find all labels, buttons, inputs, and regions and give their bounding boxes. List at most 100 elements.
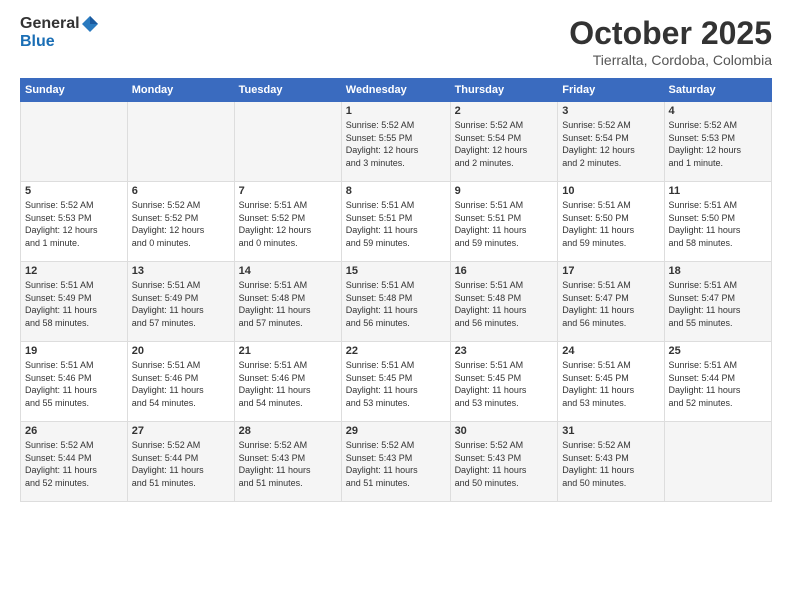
day-number: 3: [562, 105, 659, 117]
day-info: Sunrise: 5:51 AM Sunset: 5:48 PM Dayligh…: [346, 279, 446, 329]
calendar-day-cell: 3 Sunrise: 5:52 AM Sunset: 5:54 PM Daylig…: [558, 102, 664, 182]
day-info: Sunrise: 5:51 AM Sunset: 5:47 PM Dayligh…: [669, 279, 767, 329]
day-info: Sunrise: 5:52 AM Sunset: 5:43 PM Dayligh…: [562, 439, 659, 489]
day-info: Sunrise: 5:51 AM Sunset: 5:45 PM Dayligh…: [346, 359, 446, 409]
day-number: 10: [562, 185, 659, 197]
calendar-week-row: 5 Sunrise: 5:52 AM Sunset: 5:53 PM Daylig…: [21, 182, 772, 262]
day-number: 19: [25, 345, 123, 357]
day-number: 6: [132, 185, 230, 197]
calendar-day-cell: 25 Sunrise: 5:51 AM Sunset: 5:44 PM Dayli…: [664, 342, 771, 422]
logo-icon: [81, 15, 99, 33]
day-info: Sunrise: 5:52 AM Sunset: 5:54 PM Dayligh…: [455, 119, 554, 169]
calendar-day-cell: 1 Sunrise: 5:52 AM Sunset: 5:55 PM Daylig…: [341, 102, 450, 182]
day-info: Sunrise: 5:51 AM Sunset: 5:45 PM Dayligh…: [455, 359, 554, 409]
col-wednesday: Wednesday: [341, 79, 450, 102]
calendar-week-row: 19 Sunrise: 5:51 AM Sunset: 5:46 PM Dayli…: [21, 342, 772, 422]
calendar-week-row: 26 Sunrise: 5:52 AM Sunset: 5:44 PM Dayli…: [21, 422, 772, 502]
day-info: Sunrise: 5:52 AM Sunset: 5:54 PM Dayligh…: [562, 119, 659, 169]
day-info: Sunrise: 5:51 AM Sunset: 5:44 PM Dayligh…: [669, 359, 767, 409]
location: Tierralta, Cordoba, Colombia: [569, 52, 772, 68]
calendar-day-cell: 8 Sunrise: 5:51 AM Sunset: 5:51 PM Daylig…: [341, 182, 450, 262]
day-info: Sunrise: 5:51 AM Sunset: 5:46 PM Dayligh…: [25, 359, 123, 409]
calendar-header-row: Sunday Monday Tuesday Wednesday Thursday…: [21, 79, 772, 102]
calendar-week-row: 12 Sunrise: 5:51 AM Sunset: 5:49 PM Dayli…: [21, 262, 772, 342]
day-info: Sunrise: 5:52 AM Sunset: 5:43 PM Dayligh…: [455, 439, 554, 489]
day-info: Sunrise: 5:52 AM Sunset: 5:52 PM Dayligh…: [132, 199, 230, 249]
day-info: Sunrise: 5:52 AM Sunset: 5:44 PM Dayligh…: [25, 439, 123, 489]
col-tuesday: Tuesday: [234, 79, 341, 102]
day-info: Sunrise: 5:51 AM Sunset: 5:51 PM Dayligh…: [455, 199, 554, 249]
day-info: Sunrise: 5:51 AM Sunset: 5:50 PM Dayligh…: [669, 199, 767, 249]
day-number: 25: [669, 345, 767, 357]
calendar-day-cell: 4Sunrise: 5:52 AM Sunset: 5:53 PM Daylig…: [664, 102, 771, 182]
day-info: Sunrise: 5:51 AM Sunset: 5:51 PM Dayligh…: [346, 199, 446, 249]
day-info: Sunrise: 5:51 AM Sunset: 5:50 PM Dayligh…: [562, 199, 659, 249]
logo-general: General: [20, 15, 80, 32]
calendar-day-cell: 17Sunrise: 5:51 AM Sunset: 5:47 PM Dayli…: [558, 262, 664, 342]
calendar-table: Sunday Monday Tuesday Wednesday Thursday…: [20, 78, 772, 502]
calendar-day-cell: 19 Sunrise: 5:51 AM Sunset: 5:46 PM Dayli…: [21, 342, 128, 422]
day-number: 22: [346, 345, 446, 357]
calendar-day-cell: [21, 102, 128, 182]
calendar-day-cell: 30 Sunrise: 5:52 AM Sunset: 5:43 PM Dayli…: [450, 422, 558, 502]
day-number: 5: [25, 185, 123, 197]
day-number: 28: [239, 425, 337, 437]
calendar-day-cell: 5 Sunrise: 5:52 AM Sunset: 5:53 PM Daylig…: [21, 182, 128, 262]
day-info: Sunrise: 5:51 AM Sunset: 5:49 PM Dayligh…: [25, 279, 123, 329]
day-info: Sunrise: 5:52 AM Sunset: 5:53 PM Dayligh…: [669, 119, 767, 169]
day-info: Sunrise: 5:51 AM Sunset: 5:47 PM Dayligh…: [562, 279, 659, 329]
day-number: 9: [455, 185, 554, 197]
calendar-day-cell: 14 Sunrise: 5:51 AM Sunset: 5:48 PM Dayli…: [234, 262, 341, 342]
title-block: October 2025 Tierralta, Cordoba, Colombi…: [569, 15, 772, 68]
day-info: Sunrise: 5:51 AM Sunset: 5:45 PM Dayligh…: [562, 359, 659, 409]
calendar-day-cell: 11 Sunrise: 5:51 AM Sunset: 5:50 PM Dayli…: [664, 182, 771, 262]
col-thursday: Thursday: [450, 79, 558, 102]
calendar-day-cell: 10 Sunrise: 5:51 AM Sunset: 5:50 PM Dayli…: [558, 182, 664, 262]
calendar-day-cell: 13Sunrise: 5:51 AM Sunset: 5:49 PM Dayli…: [127, 262, 234, 342]
calendar-day-cell: 27Sunrise: 5:52 AM Sunset: 5:44 PM Dayli…: [127, 422, 234, 502]
day-number: 29: [346, 425, 446, 437]
day-info: Sunrise: 5:52 AM Sunset: 5:43 PM Dayligh…: [239, 439, 337, 489]
calendar-day-cell: [234, 102, 341, 182]
calendar-day-cell: 2 Sunrise: 5:52 AM Sunset: 5:54 PM Daylig…: [450, 102, 558, 182]
day-info: Sunrise: 5:52 AM Sunset: 5:53 PM Dayligh…: [25, 199, 123, 249]
calendar-day-cell: 18 Sunrise: 5:51 AM Sunset: 5:47 PM Dayli…: [664, 262, 771, 342]
day-number: 26: [25, 425, 123, 437]
day-number: 14: [239, 265, 337, 277]
day-number: 12: [25, 265, 123, 277]
day-number: 30: [455, 425, 554, 437]
col-friday: Friday: [558, 79, 664, 102]
day-number: 23: [455, 345, 554, 357]
page-header: General Blue October 2025 Tierralta, Cor…: [20, 15, 772, 68]
day-info: Sunrise: 5:51 AM Sunset: 5:48 PM Dayligh…: [239, 279, 337, 329]
day-info: Sunrise: 5:51 AM Sunset: 5:52 PM Dayligh…: [239, 199, 337, 249]
col-sunday: Sunday: [21, 79, 128, 102]
calendar-day-cell: 26 Sunrise: 5:52 AM Sunset: 5:44 PM Dayli…: [21, 422, 128, 502]
calendar-day-cell: 22 Sunrise: 5:51 AM Sunset: 5:45 PM Dayli…: [341, 342, 450, 422]
day-number: 2: [455, 105, 554, 117]
calendar-day-cell: 31Sunrise: 5:52 AM Sunset: 5:43 PM Dayli…: [558, 422, 664, 502]
day-number: 20: [132, 345, 230, 357]
logo-text: General Blue: [20, 15, 100, 51]
col-monday: Monday: [127, 79, 234, 102]
day-info: Sunrise: 5:52 AM Sunset: 5:43 PM Dayligh…: [346, 439, 446, 489]
calendar-day-cell: 6 Sunrise: 5:52 AM Sunset: 5:52 PM Daylig…: [127, 182, 234, 262]
day-number: 15: [346, 265, 446, 277]
day-number: 1: [346, 105, 446, 117]
calendar-day-cell: [664, 422, 771, 502]
day-number: 27: [132, 425, 230, 437]
day-number: 8: [346, 185, 446, 197]
day-number: 13: [132, 265, 230, 277]
page-container: General Blue October 2025 Tierralta, Cor…: [0, 0, 792, 512]
day-number: 16: [455, 265, 554, 277]
day-info: Sunrise: 5:52 AM Sunset: 5:55 PM Dayligh…: [346, 119, 446, 169]
col-saturday: Saturday: [664, 79, 771, 102]
day-number: 11: [669, 185, 767, 197]
day-number: 18: [669, 265, 767, 277]
calendar-day-cell: 24Sunrise: 5:51 AM Sunset: 5:45 PM Dayli…: [558, 342, 664, 422]
calendar-day-cell: 20Sunrise: 5:51 AM Sunset: 5:46 PM Dayli…: [127, 342, 234, 422]
calendar-day-cell: 21Sunrise: 5:51 AM Sunset: 5:46 PM Dayli…: [234, 342, 341, 422]
calendar-day-cell: 15 Sunrise: 5:51 AM Sunset: 5:48 PM Dayli…: [341, 262, 450, 342]
logo-blue: Blue: [20, 33, 55, 50]
calendar-day-cell: 16Sunrise: 5:51 AM Sunset: 5:48 PM Dayli…: [450, 262, 558, 342]
